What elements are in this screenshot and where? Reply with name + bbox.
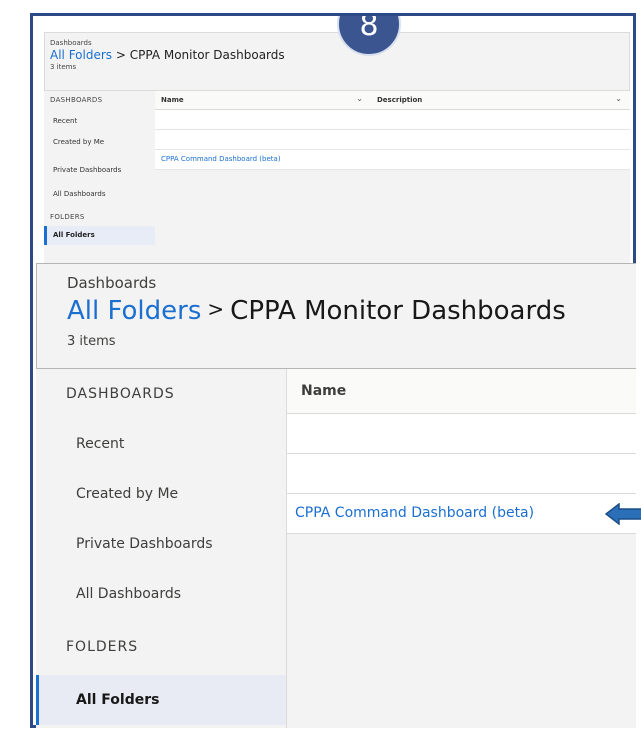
sidebar-item-all-dashboards[interactable]: All Dashboards (36, 569, 286, 619)
sidebar-dashboards-header: DASHBOARDS (66, 386, 175, 402)
breadcrumb-current: CPPA Monitor Dashboards (129, 48, 285, 62)
dashboards-table: Name ⌄ Description ⌄ CPPA Command Dashbo… (155, 91, 630, 267)
table-row[interactable] (155, 130, 630, 150)
breadcrumb: All Folders > CPPA Monitor Dashboards (67, 296, 636, 326)
callout-arrow-icon (605, 503, 641, 525)
column-description-header[interactable]: Description ⌄ (371, 94, 630, 104)
page-eyebrow: Dashboards (67, 274, 157, 292)
dashboard-link-cppa-command[interactable]: CPPA Command Dashboard (beta) (287, 494, 641, 534)
small-dashboards-view: Dashboards All Folders > CPPA Monitor Da… (44, 32, 630, 267)
sidebar: DASHBOARDS Recent Created by Me Private … (36, 369, 286, 728)
zoomed-dashboards-view: Dashboards All Folders > CPPA Monitor Dash… (36, 263, 641, 728)
breadcrumb-all-folders-link[interactable]: All Folders (50, 48, 112, 62)
breadcrumb-all-folders-link[interactable]: All Folders (67, 296, 201, 326)
page-eyebrow: Dashboards (50, 39, 92, 47)
sidebar-dashboards-header: DASHBOARDS (50, 96, 103, 104)
dashboards-table: Name CPPA Command Dashboard (beta) (286, 369, 641, 728)
sidebar-item-private-dashboards[interactable]: Private Dashboards (36, 519, 286, 569)
sidebar-item-all-folders[interactable]: All Folders (36, 675, 286, 725)
sidebar-item-all-dashboards[interactable]: All Dashboards (44, 182, 155, 208)
breadcrumb: All Folders > CPPA Monitor Dashboards (50, 48, 623, 62)
table-row[interactable] (287, 414, 636, 454)
chevron-down-icon[interactable]: ⌄ (356, 94, 363, 103)
item-count: 3 items (67, 334, 116, 349)
sidebar-item-created-by-me[interactable]: Created by Me (36, 469, 286, 519)
breadcrumb-separator: > (207, 297, 225, 321)
dashboard-link-cppa-command[interactable]: CPPA Command Dashboard (beta) (155, 150, 630, 170)
sidebar-item-private-dashboards[interactable]: Private Dashboards (44, 156, 155, 182)
sidebar-item-created-by-me[interactable]: Created by Me (44, 134, 155, 156)
column-name-header[interactable]: Name ⌄ (155, 94, 371, 104)
table-row[interactable] (287, 454, 636, 494)
page-header: Dashboards All Folders > CPPA Monitor Da… (44, 32, 630, 91)
chevron-down-icon[interactable]: ⌄ (615, 94, 622, 103)
sidebar-folders-header: FOLDERS (66, 639, 139, 655)
sidebar: DASHBOARDS Recent Created by Me Private … (44, 91, 155, 267)
breadcrumb-separator: > (115, 48, 126, 62)
sidebar-item-recent[interactable]: Recent (36, 419, 286, 469)
column-name-header[interactable]: Name (287, 369, 636, 414)
dashboard-link-label[interactable]: CPPA Command Dashboard (beta) (295, 505, 534, 521)
sidebar-folders-header: FOLDERS (50, 213, 85, 221)
sidebar-item-all-folders[interactable]: All Folders (44, 226, 155, 245)
page-header: Dashboards All Folders > CPPA Monitor Dash… (36, 263, 636, 369)
sidebar-item-recent[interactable]: Recent (44, 112, 155, 134)
item-count: 3 items (50, 63, 77, 71)
breadcrumb-current: CPPA Monitor Dashboards (230, 296, 566, 326)
table-row[interactable] (155, 110, 630, 130)
table-header: Name ⌄ Description ⌄ (155, 91, 630, 110)
